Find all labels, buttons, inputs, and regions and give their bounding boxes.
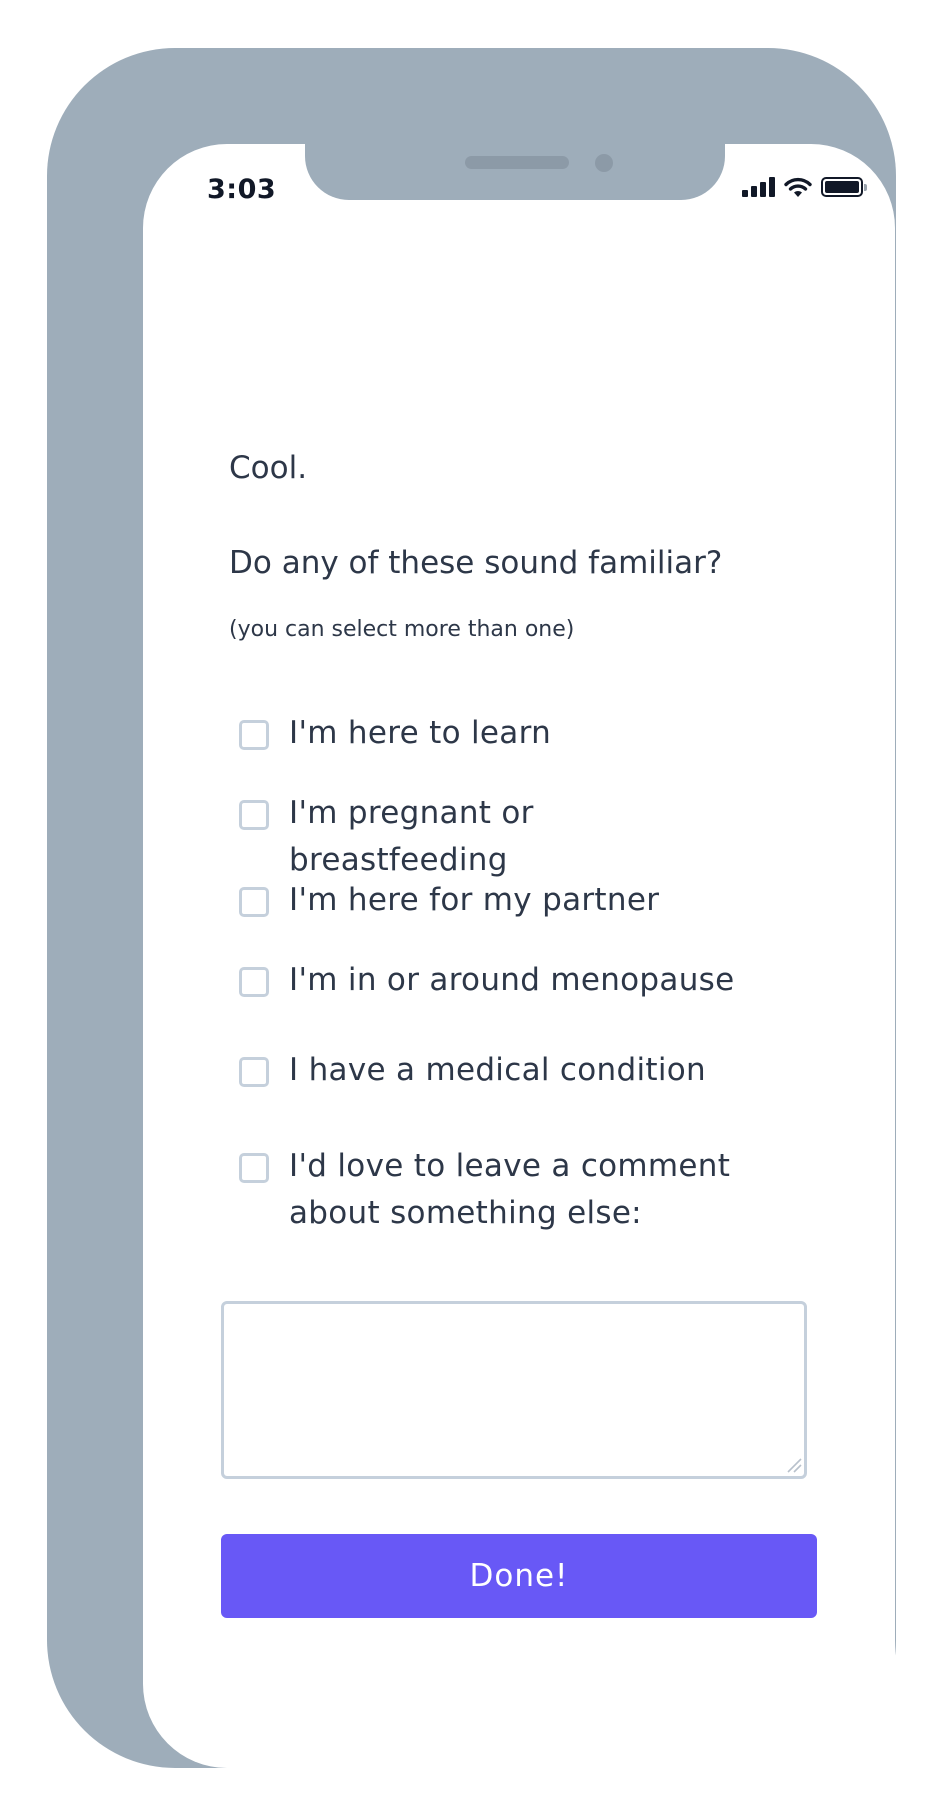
resize-grip-icon[interactable] [786, 1457, 802, 1473]
wifi-icon [784, 177, 812, 197]
checkbox[interactable] [239, 1057, 269, 1087]
option-label: I have a medical condition [289, 1052, 706, 1088]
phone-frame: 3:03 Cool. Do any of these sound familia… [47, 48, 896, 1768]
intro-text: Cool. [229, 450, 308, 486]
option-label: I'm in or around menopause [289, 962, 735, 998]
option-medical[interactable]: I have a medical condition [239, 1052, 759, 1094]
option-pregnant[interactable]: I'm pregnant or breastfeeding [239, 795, 759, 884]
checkbox[interactable] [239, 887, 269, 917]
option-label: I'm here to learn [289, 715, 552, 751]
option-menopause[interactable]: I'm in or around menopause [239, 962, 759, 1004]
status-time: 3:03 [207, 174, 277, 205]
front-camera [595, 154, 613, 172]
battery-icon [821, 177, 867, 197]
checkbox[interactable] [239, 720, 269, 750]
option-partner[interactable]: I'm here for my partner [239, 882, 759, 924]
question-heading: Do any of these sound familiar? [229, 545, 723, 581]
comment-textarea[interactable] [221, 1301, 807, 1479]
select-hint: (you can select more than one) [229, 617, 575, 642]
option-label: I'm here for my partner [289, 882, 660, 918]
option-comment[interactable]: I'd love to leave a comment about someth… [239, 1148, 759, 1237]
option-label: I'm pregnant or breastfeeding [289, 795, 534, 878]
checkbox[interactable] [239, 1153, 269, 1183]
checkbox[interactable] [239, 800, 269, 830]
speaker-grille [465, 156, 569, 169]
done-button[interactable]: Done! [221, 1534, 817, 1618]
phone-screen: 3:03 Cool. Do any of these sound familia… [143, 144, 895, 1768]
status-icons [742, 176, 867, 198]
option-learn[interactable]: I'm here to learn [239, 715, 759, 757]
phone-notch [305, 144, 725, 200]
signal-icon [742, 177, 775, 197]
option-label: I'd love to leave a comment about someth… [289, 1148, 731, 1231]
checkbox[interactable] [239, 967, 269, 997]
